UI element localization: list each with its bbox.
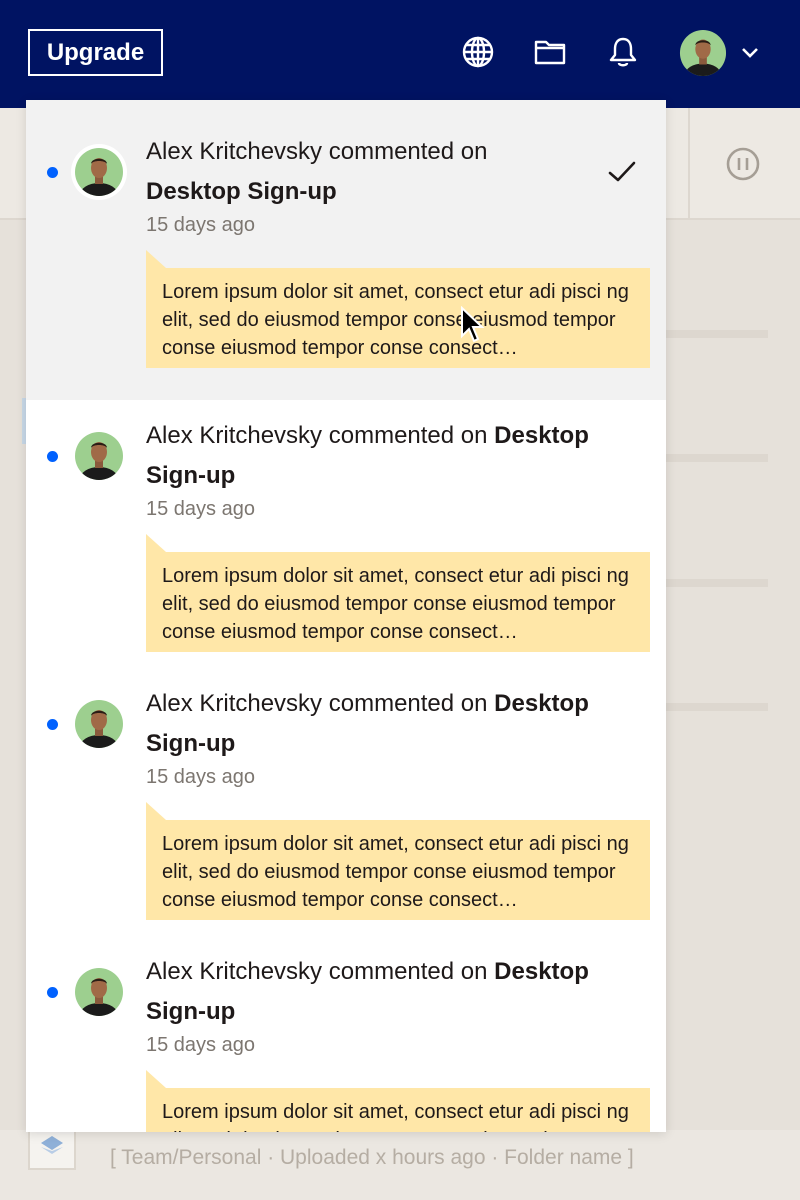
comment-preview: Lorem ipsum dolor sit amet, consect etur… xyxy=(146,250,650,368)
target-link-continued[interactable]: Sign-up xyxy=(146,724,626,764)
mouse-cursor-icon xyxy=(461,306,485,343)
pause-icon[interactable] xyxy=(724,145,762,183)
comment-preview: Lorem ipsum dolor sit amet, consect etur… xyxy=(146,534,650,652)
folder-icon[interactable] xyxy=(532,34,568,70)
notification-item[interactable]: Alex Kritchevsky commented on Desktop Si… xyxy=(26,940,666,1132)
notification-title: Alex Kritchevsky commented on Desktop Si… xyxy=(146,416,626,496)
action-text: commented on xyxy=(328,690,488,717)
unread-dot xyxy=(47,167,58,178)
globe-icon[interactable] xyxy=(460,34,496,70)
target-link-continued[interactable]: Sign-up xyxy=(146,456,626,496)
target-link[interactable]: Desktop xyxy=(494,958,589,985)
actor-name: Alex Kritchevsky xyxy=(146,690,323,717)
file-metadata: [ Team/Personal · Uploaded x hours ago ·… xyxy=(110,1146,634,1169)
actor-name: Alex Kritchevsky xyxy=(146,422,323,449)
avatar xyxy=(75,700,123,748)
placeholder-line xyxy=(666,454,768,462)
top-bar: Upgrade xyxy=(0,0,800,108)
placeholder-line xyxy=(666,330,768,338)
comment-preview: Lorem ipsum dolor sit amet, consect etur… xyxy=(146,1070,650,1132)
account-menu[interactable] xyxy=(679,28,769,78)
notifications-panel: Alex Kritchevsky commented on Desktop Si… xyxy=(26,100,666,1132)
notification-item[interactable]: Alex Kritchevsky commented on Desktop Si… xyxy=(26,672,666,940)
action-text: commented on xyxy=(328,138,488,165)
target-link[interactable]: Desktop xyxy=(494,422,589,449)
action-text: commented on xyxy=(328,958,488,985)
timestamp: 15 days ago xyxy=(146,1034,255,1056)
comment-preview: Lorem ipsum dolor sit amet, consect etur… xyxy=(146,802,650,920)
actor-name: Alex Kritchevsky xyxy=(146,138,323,165)
avatar xyxy=(75,432,123,480)
timestamp: 15 days ago xyxy=(146,498,255,520)
target-link[interactable]: Desktop xyxy=(494,690,589,717)
bell-icon[interactable] xyxy=(605,34,641,70)
notification-title: Alex Kritchevsky commented on Desktop Si… xyxy=(146,132,626,212)
unread-dot xyxy=(47,719,58,730)
notification-item[interactable]: Alex Kritchevsky commented on Desktop Si… xyxy=(26,400,666,672)
unread-dot xyxy=(47,987,58,998)
placeholder-line xyxy=(666,579,768,587)
mark-read-check-icon[interactable] xyxy=(606,156,638,188)
action-text: commented on xyxy=(328,422,488,449)
notification-item[interactable]: Alex Kritchevsky commented on Desktop Si… xyxy=(26,100,666,400)
notification-title: Alex Kritchevsky commented on Desktop Si… xyxy=(146,684,626,764)
target-link[interactable]: Desktop Sign-up xyxy=(146,172,626,212)
layers-icon xyxy=(41,1136,63,1154)
unread-dot xyxy=(47,451,58,462)
avatar xyxy=(71,144,127,200)
notification-title: Alex Kritchevsky commented on Desktop Si… xyxy=(146,952,626,1032)
timestamp: 15 days ago xyxy=(146,214,255,236)
actor-name: Alex Kritchevsky xyxy=(146,958,323,985)
chevron-down-icon xyxy=(742,48,758,58)
divider xyxy=(688,108,690,220)
timestamp: 15 days ago xyxy=(146,766,255,788)
upgrade-button[interactable]: Upgrade xyxy=(28,29,163,76)
placeholder-line xyxy=(666,703,768,711)
target-link-continued[interactable]: Sign-up xyxy=(146,992,626,1032)
avatar xyxy=(679,29,727,77)
avatar xyxy=(75,968,123,1016)
